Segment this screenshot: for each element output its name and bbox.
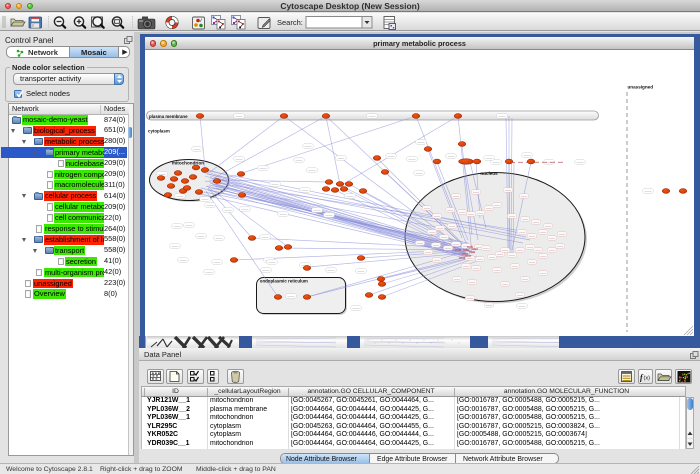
- svg-text:cytoplasm: cytoplasm: [148, 129, 170, 134]
- svg-text:mitochondrion: mitochondrion: [172, 161, 204, 166]
- svg-text:plasma membrane: plasma membrane: [149, 114, 188, 119]
- svg-text:nucleus: nucleus: [480, 171, 498, 176]
- svg-text:Search:: Search:: [277, 18, 303, 27]
- svg-text:unassigned: unassigned: [628, 85, 654, 90]
- svg-text:(x): (x): [644, 376, 651, 382]
- svg-text:endoplasmic reticulum: endoplasmic reticulum: [260, 279, 308, 284]
